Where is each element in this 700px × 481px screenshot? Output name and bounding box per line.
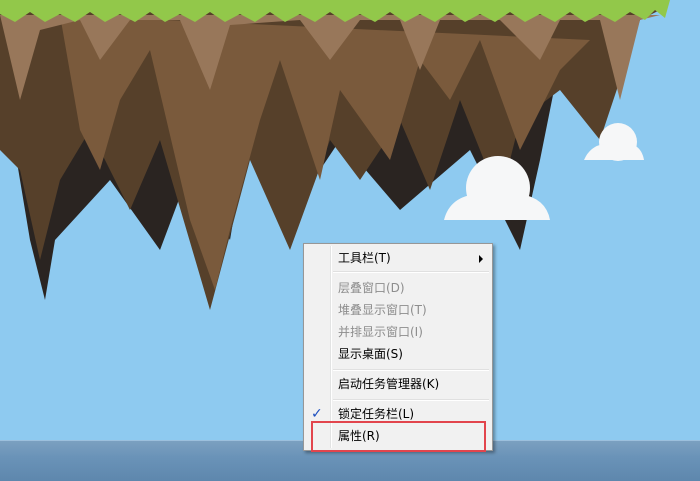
taskbar-context-menu: 工具栏(T) 层叠窗口(D) 堆叠显示窗口(T) 并排显示窗口(I) 显示桌面(… <box>303 243 493 451</box>
desktop[interactable]: 工具栏(T) 层叠窗口(D) 堆叠显示窗口(T) 并排显示窗口(I) 显示桌面(… <box>0 0 700 481</box>
menu-item-label: 工具栏(T) <box>338 251 391 265</box>
menu-item-cascade-windows: 层叠窗口(D) <box>306 278 490 299</box>
menu-item-label: 启动任务管理器(K) <box>338 377 440 391</box>
menu-separator <box>333 369 489 371</box>
menu-separator <box>333 399 489 401</box>
menu-separator <box>333 271 489 273</box>
properties-highlight-box <box>311 421 486 452</box>
menu-item-label: 堆叠显示窗口(T) <box>338 303 427 317</box>
chevron-right-icon <box>479 255 483 263</box>
menu-item-toolbars[interactable]: 工具栏(T) <box>306 248 490 269</box>
menu-item-label: 层叠窗口(D) <box>338 281 405 295</box>
menu-item-label: 并排显示窗口(I) <box>338 325 423 339</box>
menu-item-start-task-manager[interactable]: 启动任务管理器(K) <box>306 374 490 395</box>
menu-item-stack-windows: 堆叠显示窗口(T) <box>306 300 490 321</box>
menu-item-side-by-side-windows: 并排显示窗口(I) <box>306 322 490 343</box>
menu-item-label: 显示桌面(S) <box>338 347 403 361</box>
menu-item-show-desktop[interactable]: 显示桌面(S) <box>306 344 490 365</box>
